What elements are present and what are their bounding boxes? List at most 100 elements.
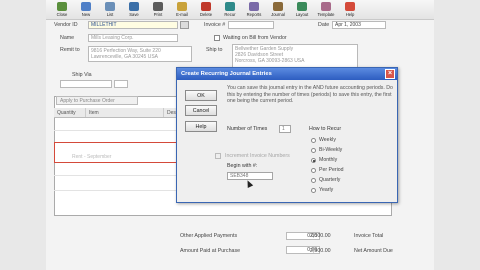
toolbar-label: E-mail	[176, 12, 188, 17]
toolbar-print-button[interactable]: Print	[146, 0, 170, 20]
toolbar-label: Template	[317, 12, 335, 17]
date-label: Date	[318, 22, 330, 28]
toolbar-label: Layout	[295, 12, 309, 17]
frequency-label: Yearly	[319, 187, 334, 193]
toolbar-label: Journal	[271, 12, 285, 17]
cancel-button[interactable]: Cancel	[185, 105, 217, 116]
frequency-option-yearly[interactable]: Yearly	[311, 187, 333, 193]
toolbar-reports-button[interactable]: Reports	[242, 0, 266, 20]
number-of-times-label: Number of Times	[227, 126, 268, 132]
left-letterbox	[0, 0, 46, 270]
dialog-title-bar: Create Recurring Journal Entries ×	[177, 68, 397, 80]
toolbar-close-button[interactable]: Close	[50, 0, 74, 20]
new-icon	[81, 2, 91, 11]
invoice-number-field[interactable]	[228, 21, 274, 29]
frequency-option-biweekly[interactable]: Bi-Weekly	[311, 147, 342, 153]
toolbar-label: New	[81, 12, 91, 17]
radio-button[interactable]	[311, 157, 316, 163]
toolbar-delete-button[interactable]: Delete	[194, 0, 218, 20]
grid-header-cell[interactable]: Item	[86, 108, 164, 117]
frequency-label: Bi-Weekly	[319, 147, 343, 153]
toolbar-save-button[interactable]: Save	[122, 0, 146, 20]
radio-button[interactable]	[311, 187, 316, 193]
toolbar-email-button[interactable]: E-mail	[170, 0, 194, 20]
radio-button[interactable]	[311, 167, 316, 173]
toolbar-label: Print	[153, 12, 163, 17]
other-applied-payments-label: Other Applied Payments	[180, 233, 238, 239]
begin-with-label: Begin with #:	[227, 163, 258, 169]
email-icon	[177, 2, 187, 11]
help-icon	[345, 2, 355, 11]
recur-icon	[225, 2, 235, 11]
grid-header-cell[interactable]: Quantity	[54, 108, 86, 117]
vendor-id-label: Vendor ID	[54, 22, 78, 28]
dialog-title: Create Recurring Journal Entries	[181, 71, 272, 77]
toolbar-label: Delete	[199, 12, 213, 17]
frequency-option-weekly[interactable]: Weekly	[311, 137, 336, 143]
invoice-total-value: 2,500.00	[310, 233, 331, 239]
layout-icon	[297, 2, 307, 11]
right-letterbox	[434, 0, 480, 270]
recurring-entries-dialog: Create Recurring Journal Entries × OK Ca…	[176, 67, 398, 203]
frequency-label: Per Period	[319, 167, 344, 173]
toolbar-label: List	[106, 12, 114, 17]
net-amount-due-value: 2,500.00	[310, 248, 331, 254]
waiting-on-bill-checkbox[interactable]	[214, 35, 220, 41]
frequency-option-monthly[interactable]: Monthly	[311, 157, 337, 163]
frequency-option-perperiod[interactable]: Per Period	[311, 167, 344, 173]
radio-button[interactable]	[311, 147, 316, 153]
name-label: Name	[60, 35, 75, 41]
radio-button[interactable]	[311, 177, 316, 183]
toolbar-layout-button[interactable]: Layout	[290, 0, 314, 20]
close-icon	[57, 2, 67, 11]
ship-via-dropdown[interactable]	[114, 80, 128, 88]
delete-icon	[201, 2, 211, 11]
toolbar-label: Close	[56, 12, 68, 17]
waiting-on-bill-label: Waiting on Bill from Vendor	[223, 35, 287, 41]
journal-icon	[273, 2, 283, 11]
mouse-cursor	[244, 179, 254, 188]
number-of-times-field[interactable]: 1	[279, 125, 291, 133]
remit-to-label: Remit to	[60, 47, 80, 53]
template-icon	[321, 2, 331, 11]
vendor-id-field[interactable]: MILLETHIT	[88, 21, 178, 29]
toolbar-label: Recur	[224, 12, 236, 17]
increment-invoice-label: Increment Invoice Numbers	[225, 153, 290, 159]
reports-icon	[249, 2, 259, 11]
apply-to-purchase-order-tab[interactable]: Apply to Purchase Order	[56, 96, 138, 105]
frequency-label: Weekly	[319, 137, 336, 143]
ship-to-address[interactable]: Bellwether Garden Supply 2826 Davidson S…	[232, 44, 358, 68]
toolbar-new-button[interactable]: New	[74, 0, 98, 20]
remit-to-address[interactable]: 9816 Perfection Way, Suite 220 Lawrencev…	[88, 46, 192, 62]
toolbar-label: Save	[129, 12, 139, 17]
vendor-lookup-button[interactable]	[180, 21, 189, 29]
frequency-label: Quarterly	[319, 177, 341, 183]
increment-invoice-checkbox[interactable]	[215, 153, 221, 159]
list-icon	[105, 2, 115, 11]
ok-button[interactable]: OK	[185, 90, 217, 101]
date-field[interactable]: Apr 1, 2003	[332, 21, 386, 29]
help-button[interactable]: Help	[185, 121, 217, 132]
print-icon	[153, 2, 163, 11]
toolbar-list-button[interactable]: List	[98, 0, 122, 20]
toolbar-label: Help	[345, 12, 355, 17]
net-amount-due-label: Net Amount Due	[354, 248, 393, 254]
row-description: Rent - September	[72, 154, 112, 160]
how-to-recur-label: How to Recur	[309, 126, 342, 132]
frequency-option-quarterly[interactable]: Quarterly	[311, 177, 340, 183]
invoice-label: Invoice #	[204, 22, 226, 28]
toolbar: Close New List Save Print E-mail Delete Recur Re…	[46, 0, 434, 20]
invoice-total-label: Invoice Total	[354, 233, 384, 239]
purchase-window: Close New List Save Print E-mail Delete Recur Re…	[46, 0, 434, 270]
ship-via-field[interactable]	[60, 80, 112, 88]
radio-button[interactable]	[311, 137, 316, 143]
close-icon[interactable]: ×	[385, 69, 395, 79]
toolbar-recur-button[interactable]: Recur	[218, 0, 242, 20]
name-field[interactable]: Mills Leasing Corp.	[88, 34, 178, 42]
save-icon	[129, 2, 139, 11]
toolbar-journal-button[interactable]: Journal	[266, 0, 290, 20]
ship-to-label: Ship to	[206, 47, 223, 53]
toolbar-label: Reports	[246, 12, 262, 17]
toolbar-help-button[interactable]: Help	[338, 0, 362, 20]
toolbar-template-button[interactable]: Template	[314, 0, 338, 20]
